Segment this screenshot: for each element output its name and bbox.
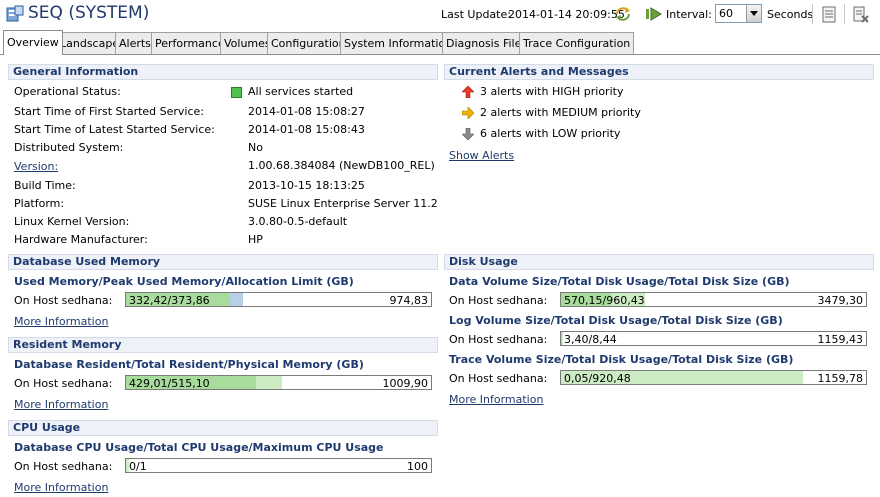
resident-host-label: On Host sedhana: <box>14 377 113 390</box>
distributed-system-value: No <box>248 141 263 154</box>
cpu-more-information-link[interactable]: More Information <box>14 481 108 494</box>
resident-memory-subtitle: Database Resident/Total Resident/Physica… <box>14 358 364 371</box>
memory-host-label: On Host sedhana: <box>14 294 113 307</box>
page-title: SEQ (SYSTEM) <box>28 3 150 23</box>
tab-diagnosis-files[interactable]: Diagnosis Files <box>442 32 532 54</box>
remove-config-icon[interactable] <box>852 6 869 23</box>
last-update-value: 2014-01-14 20:09:55 <box>508 8 625 21</box>
interval-label: Interval: <box>666 8 712 21</box>
operational-status-value: All services started <box>248 85 354 98</box>
hardware-manufacturer-value: HP <box>248 233 263 246</box>
status-green-icon <box>231 87 242 98</box>
log-volume-bar: 3,40/8,44 1159,43 <box>560 331 867 346</box>
trace-volume-host-label: On Host sedhana: <box>449 372 548 385</box>
cpu-usage-bar: 0/1 100 <box>125 458 432 473</box>
version-value: 1.00.68.384084 (NewDB100_REL) <box>248 159 435 172</box>
kernel-version-value: 3.0.80-0.5-default <box>248 215 348 228</box>
physical-memory-value: 1009,90 <box>382 377 429 390</box>
refresh-icon[interactable] <box>614 5 632 23</box>
platform-label: Platform: <box>14 197 65 210</box>
cpu-host-label: On Host sedhana: <box>14 460 113 473</box>
tab-system-information[interactable]: System Information <box>340 32 457 54</box>
seconds-label: Seconds <box>767 8 814 21</box>
kernel-version-label: Linux Kernel Version: <box>14 215 130 228</box>
first-start-time-label: Start Time of First Started Service: <box>14 105 205 118</box>
resident-memory-header: Resident Memory <box>8 337 438 353</box>
platform-value: SUSE Linux Enterprise Server 11.2 <box>248 197 438 210</box>
used-memory-value: 332,42/373,86 <box>129 294 210 307</box>
log-volume-fill <box>561 332 562 345</box>
toolbar-separator <box>812 4 813 24</box>
log-volume-host-label: On Host sedhana: <box>449 333 548 346</box>
first-start-time-value: 2014-01-08 15:08:27 <box>248 105 365 118</box>
tab-performance[interactable]: Performance <box>151 32 229 54</box>
auto-refresh-play-icon[interactable] <box>645 6 663 22</box>
toolbar-separator <box>844 4 845 24</box>
cpu-usage-value: 0/1 <box>129 460 147 473</box>
tab-trace-configuration[interactable]: Trace Configuration <box>519 32 635 54</box>
version-link[interactable]: Version: <box>14 160 58 173</box>
database-used-memory-header: Database Used Memory <box>8 254 438 270</box>
disk-more-information-link[interactable]: More Information <box>449 393 543 406</box>
tab-landscape[interactable]: Landscape <box>56 32 124 54</box>
cpu-usage-header: CPU Usage <box>8 420 438 436</box>
disk-usage-header: Disk Usage <box>444 254 874 270</box>
data-volume-value: 570,15/960,43 <box>564 294 645 307</box>
show-alerts-link[interactable]: Show Alerts <box>449 149 514 162</box>
memory-more-information-link[interactable]: More Information <box>14 315 108 328</box>
tab-alerts[interactable]: Alerts <box>115 32 155 54</box>
data-volume-subtitle: Data Volume Size/Total Disk Usage/Total … <box>449 275 790 288</box>
distributed-system-label: Distributed System: <box>14 141 124 154</box>
build-time-label: Build Time: <box>14 179 76 192</box>
resident-memory-value: 429,01/515,10 <box>129 377 210 390</box>
build-time-value: 2013-10-15 18:13:25 <box>248 179 365 192</box>
trace-volume-subtitle: Trace Volume Size/Total Disk Usage/Total… <box>449 353 794 366</box>
used-memory-bar: 332,42/373,86 974,83 <box>125 292 432 307</box>
operational-status-label: Operational Status: <box>14 85 121 98</box>
medium-priority-alerts: 2 alerts with MEDIUM priority <box>480 106 641 119</box>
trace-disk-size-value: 1159,78 <box>817 372 864 385</box>
current-alerts-header: Current Alerts and Messages <box>444 64 874 80</box>
log-volume-subtitle: Log Volume Size/Total Disk Usage/Total D… <box>449 314 783 327</box>
hardware-manufacturer-label: Hardware Manufacturer: <box>14 233 148 246</box>
used-memory-subtitle: Used Memory/Peak Used Memory/Allocation … <box>14 275 354 288</box>
latest-start-time-value: 2014-01-08 15:08:43 <box>248 123 365 136</box>
low-priority-arrow-down-icon <box>462 128 474 140</box>
low-priority-alerts: 6 alerts with LOW priority <box>480 127 621 140</box>
properties-icon[interactable] <box>821 6 838 23</box>
interval-value: 60 <box>719 7 733 20</box>
general-information-header: General Information <box>8 64 438 80</box>
chevron-down-icon[interactable] <box>746 5 761 22</box>
high-priority-alerts: 3 alerts with HIGH priority <box>480 85 624 98</box>
database-system-icon <box>6 5 24 22</box>
latest-start-time-label: Start Time of Latest Started Service: <box>14 123 215 136</box>
tab-configuration[interactable]: Configuration <box>267 32 350 54</box>
trace-volume-bar: 0,05/920,48 1159,78 <box>560 370 867 385</box>
interval-dropdown[interactable]: 60 <box>715 4 762 23</box>
max-cpu-value: 100 <box>407 460 428 473</box>
high-priority-arrow-up-icon <box>462 86 474 98</box>
last-update-label: Last Update: <box>441 8 511 21</box>
trace-volume-value: 0,05/920,48 <box>564 372 631 385</box>
resident-memory-bar: 429,01/515,10 1009,90 <box>125 375 432 390</box>
cpu-usage-subtitle: Database CPU Usage/Total CPU Usage/Maxim… <box>14 441 384 454</box>
log-disk-size-value: 1159,43 <box>817 333 864 346</box>
data-volume-bar: 570,15/960,43 3479,30 <box>560 292 867 307</box>
data-disk-size-value: 3479,30 <box>817 294 864 307</box>
resident-more-information-link[interactable]: More Information <box>14 398 108 411</box>
allocation-limit-value: 974,83 <box>389 294 429 307</box>
medium-priority-arrow-right-icon <box>462 107 474 119</box>
log-volume-value: 3,40/8,44 <box>564 333 617 346</box>
data-volume-host-label: On Host sedhana: <box>449 294 548 307</box>
tab-overview[interactable]: Overview <box>3 30 63 55</box>
